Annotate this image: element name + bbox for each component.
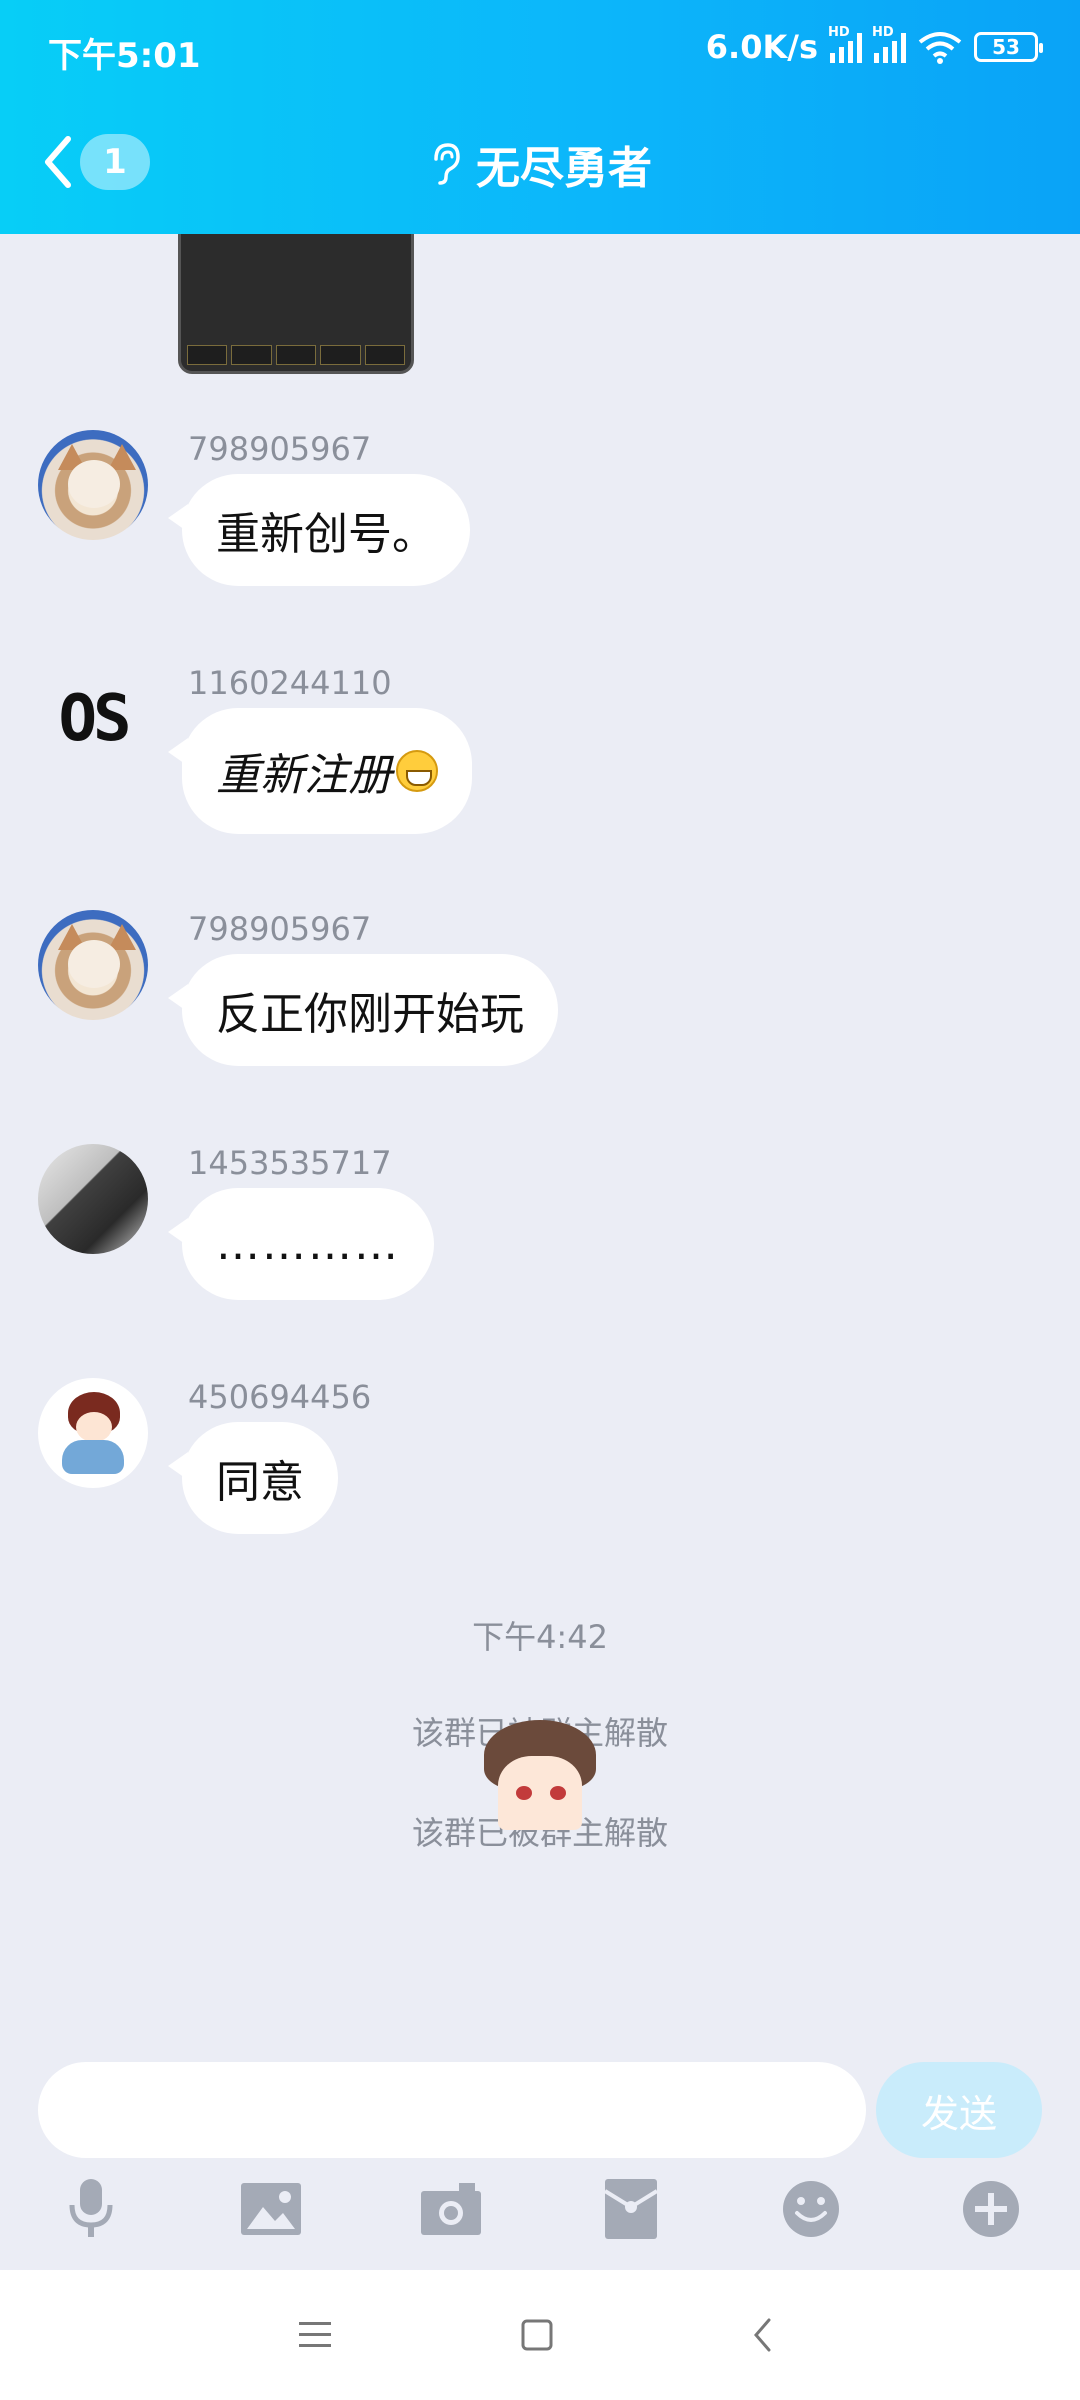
image-icon[interactable] bbox=[236, 2174, 306, 2244]
home-nav-icon[interactable] bbox=[502, 2300, 572, 2370]
emoji-icon[interactable] bbox=[776, 2174, 846, 2244]
cat-avatar[interactable] bbox=[38, 430, 148, 540]
message-input[interactable] bbox=[38, 2062, 866, 2158]
message-text: 重新注册 bbox=[216, 750, 392, 801]
network-speed: 6.0K/s bbox=[705, 28, 818, 66]
grin-emoji-icon bbox=[396, 750, 438, 792]
red-packet-icon[interactable] bbox=[596, 2174, 666, 2244]
sender-name[interactable]: 1160244110 bbox=[188, 664, 392, 702]
message-bubble[interactable]: ………… bbox=[168, 1188, 434, 1300]
message-text: 重新创号。 bbox=[216, 509, 436, 560]
sender-name[interactable]: 798905967 bbox=[188, 910, 371, 948]
message-bubble[interactable]: 同意 bbox=[168, 1422, 338, 1534]
title-area[interactable]: 无尽勇者 bbox=[0, 132, 1080, 196]
back-nav-icon[interactable] bbox=[728, 2300, 798, 2370]
menu-nav-icon[interactable] bbox=[280, 2300, 350, 2370]
chat-header: 下午5:01 6.0K/s HD HD 53 1 无尽勇者 bbox=[0, 0, 1080, 234]
sender-name[interactable]: 798905967 bbox=[188, 430, 371, 468]
battery-indicator: 53 bbox=[974, 32, 1043, 62]
camera-icon[interactable] bbox=[416, 2174, 486, 2244]
message-text: 反正你刚开始玩 bbox=[216, 989, 524, 1040]
plus-icon[interactable] bbox=[956, 2174, 1026, 2244]
boy-avatar[interactable] bbox=[38, 1144, 148, 1254]
peeking-character-sticker bbox=[478, 1720, 602, 1830]
signal-icon-2: HD bbox=[872, 25, 906, 63]
ear-icon bbox=[434, 143, 460, 185]
sender-name[interactable]: 450694456 bbox=[188, 1378, 371, 1416]
cat-avatar[interactable] bbox=[38, 910, 148, 1020]
anime-avatar[interactable] bbox=[38, 1378, 148, 1488]
os-avatar[interactable]: OS bbox=[38, 664, 148, 774]
message-text: 同意 bbox=[216, 1457, 304, 1508]
send-button[interactable]: 发送 bbox=[876, 2062, 1042, 2158]
image-message[interactable] bbox=[178, 234, 414, 374]
message-bubble[interactable]: 反正你刚开始玩 bbox=[168, 954, 558, 1066]
chat-title: 无尽勇者 bbox=[476, 143, 652, 194]
signal-icon: HD bbox=[828, 25, 862, 63]
timestamp: 下午4:42 bbox=[472, 1618, 608, 1656]
input-toolbar bbox=[0, 2174, 1080, 2254]
wifi-icon bbox=[918, 32, 962, 64]
message-text: ………… bbox=[216, 1218, 400, 1270]
status-indicators: 6.0K/s HD HD 53 bbox=[705, 25, 1043, 66]
message-bubble[interactable]: 重新注册 bbox=[168, 708, 472, 834]
status-time: 下午5:01 bbox=[48, 36, 201, 76]
system-nav-bar bbox=[0, 2270, 1080, 2400]
message-bubble[interactable]: 重新创号。 bbox=[168, 474, 470, 586]
microphone-icon[interactable] bbox=[56, 2174, 126, 2244]
sender-name[interactable]: 1453535717 bbox=[188, 1144, 392, 1182]
